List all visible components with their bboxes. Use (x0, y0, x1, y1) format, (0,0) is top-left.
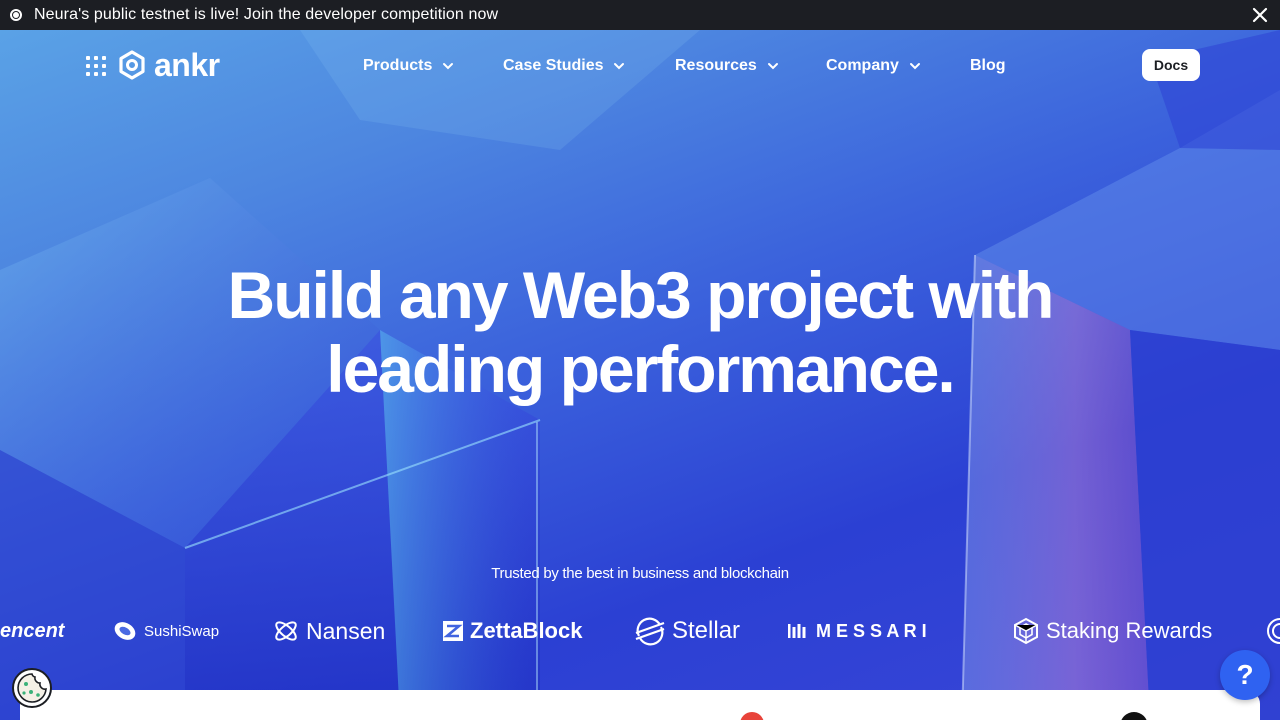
ankr-logo[interactable]: ankr (116, 48, 220, 82)
close-icon[interactable] (1250, 5, 1270, 25)
chevron-down-icon (909, 63, 920, 70)
partner-name: Staking Rewards (1046, 618, 1213, 643)
brand-name: ankr (154, 47, 220, 83)
help-button[interactable]: ? (1220, 650, 1270, 700)
headline-line-1: Build any Web3 project with (227, 258, 1055, 332)
main-navigation: ankr Products Case Studies Resources Com… (0, 30, 1280, 100)
partner-logo-zettablock: ZettaBlock (442, 612, 582, 650)
partner-logo-sushiswap: SushiSwap (112, 612, 219, 650)
partner-name: Stellar (672, 617, 741, 644)
announcement-message[interactable]: Neura's public testnet is live! Join the… (34, 6, 498, 24)
nav-item-products[interactable]: Products (363, 54, 454, 78)
stellar-icon (635, 617, 665, 646)
announcement-bar: Neura's public testnet is live! Join the… (0, 0, 1280, 30)
partner-name: Nansen (306, 617, 386, 644)
hero-headline: Build any Web3 project with leading perf… (140, 258, 1140, 406)
nav-item-resources[interactable]: Resources (675, 54, 779, 78)
ankr-logo-icon (119, 50, 145, 80)
partner-name: SushiSwap (144, 622, 220, 640)
partner-logo-tencent: encent (0, 612, 64, 650)
card-red-dot (740, 712, 764, 720)
nav-label: Case Studies (503, 57, 604, 74)
partner-name: M E S S A R I (816, 620, 927, 641)
cookie-icon[interactable] (12, 668, 52, 708)
nav-label: Company (826, 57, 899, 74)
partial-partner-icon (1267, 618, 1280, 644)
nav-label: Products (363, 57, 433, 74)
nav-item-company[interactable]: Company (826, 54, 921, 78)
partner-name: encent (0, 619, 65, 642)
messari-icon (788, 624, 806, 638)
nav-label: Resources (675, 57, 757, 74)
chevron-down-icon (614, 63, 625, 70)
chevron-down-icon (443, 63, 454, 70)
partner-logo-staking-rewards: Staking Rewards (1012, 612, 1212, 650)
nav-label: Blog (970, 57, 1006, 74)
nav-item-blog[interactable]: Blog (970, 54, 1006, 78)
content-card (20, 690, 1260, 720)
partner-name: ZettaBlock (470, 618, 583, 643)
docs-button[interactable]: Docs (1142, 49, 1200, 81)
headline-line-2: leading performance. (326, 332, 956, 406)
grid-icon[interactable] (86, 56, 106, 76)
radio-dot-icon (10, 9, 22, 21)
card-black-dot (1120, 712, 1148, 720)
staking-rewards-icon (1014, 617, 1038, 645)
zettablock-icon (443, 621, 463, 641)
partner-logo-partial (1266, 612, 1280, 650)
chevron-down-icon (767, 63, 778, 70)
question-icon: ? (1236, 659, 1254, 690)
partner-logo-stellar: Stellar (634, 612, 740, 650)
nansen-icon (275, 621, 297, 641)
nav-item-case-studies[interactable]: Case Studies (503, 54, 625, 78)
sushiswap-icon (114, 622, 136, 640)
partner-logo-nansen: Nansen (272, 612, 385, 650)
trusted-by-text: Trusted by the best in business and bloc… (491, 565, 789, 582)
partner-logo-messari: M E S S A R I (788, 612, 927, 650)
